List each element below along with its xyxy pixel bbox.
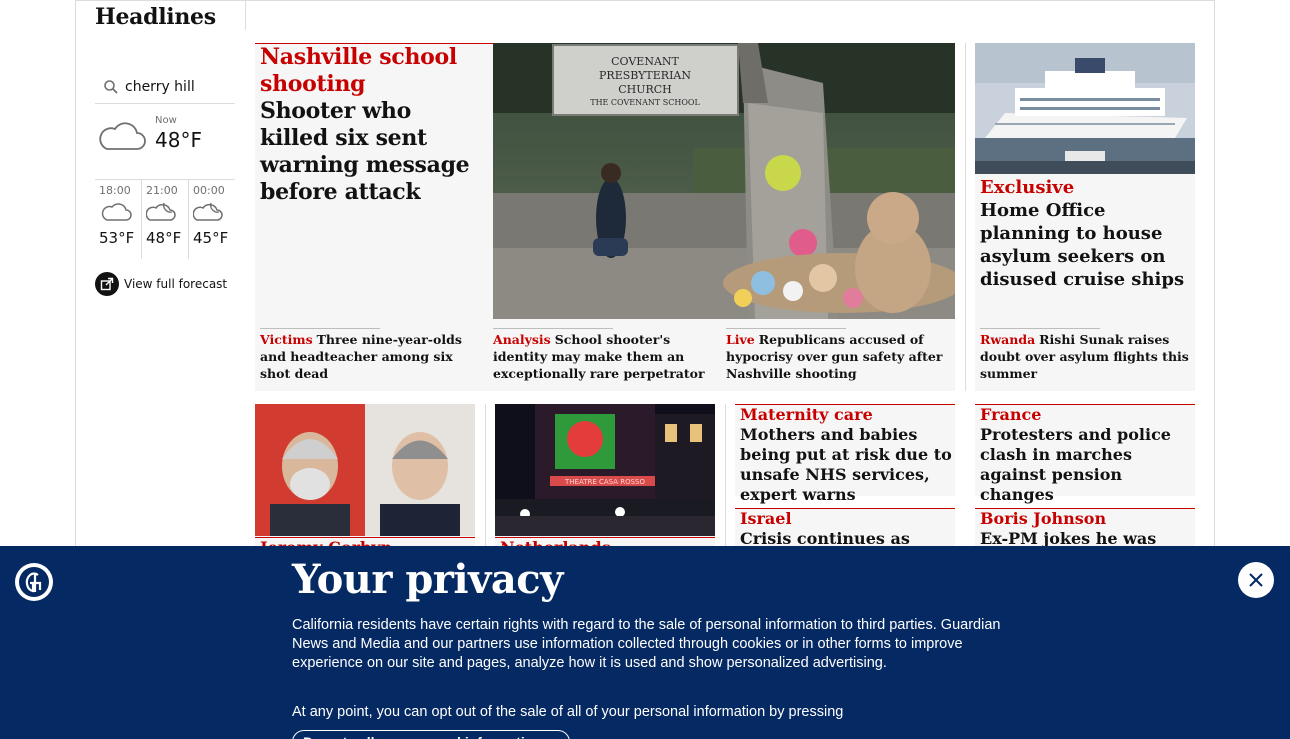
israel-kicker: Israel [740, 509, 792, 528]
now-label: Now [155, 115, 177, 126]
section-title: Headlines [95, 4, 216, 30]
sublink-kicker: Analysis [493, 332, 551, 347]
sign-line-1: COVENANT [611, 55, 679, 68]
column-divider [965, 43, 966, 391]
close-icon [1249, 573, 1263, 587]
sublink-kicker: Live [726, 332, 755, 347]
forecast-time: 18:00 [99, 184, 131, 197]
external-link-icon [95, 272, 119, 296]
netherlands-image[interactable]: THEATRE CASA ROSSO [495, 404, 715, 536]
corbyn-starmer-image[interactable] [255, 404, 475, 536]
sublink-kicker: Victims [260, 332, 313, 347]
sign-line-2: PRESBYTERIAN [599, 69, 691, 82]
forecast-slot: 00:00 45°F [188, 180, 235, 259]
boris-kicker: Boris Johnson [980, 509, 1107, 528]
forecast-temperature: 53°F [99, 229, 135, 247]
forecast-time: 00:00 [193, 184, 225, 197]
sublink-text: Republicans accused of hypocrisy over gu… [726, 332, 943, 381]
top-border [75, 0, 1215, 1]
privacy-body-optout: At any point, you can opt out of the sal… [292, 704, 844, 720]
lead-story-image[interactable]: COVENANT PRESBYTERIAN CHURCH THE COVENAN… [493, 43, 955, 319]
cruise-kicker: Exclusive [980, 177, 1075, 198]
forecast-time: 21:00 [146, 184, 178, 197]
sublink-rule [493, 328, 613, 329]
section-divider [245, 0, 246, 30]
guardian-logo-icon [15, 563, 53, 601]
night-cloud-icon [192, 202, 223, 221]
night-cloud-icon [145, 202, 176, 221]
weather-location: cherry hill [125, 78, 195, 95]
france-headline: Protesters and police clash in marches a… [980, 425, 1171, 504]
lead-kicker: Nashville school shooting [260, 44, 457, 97]
lead-story-text[interactable]: Nashville school shooting Shooter who ki… [260, 44, 480, 206]
sublink-rwanda[interactable]: Rwanda Rishi Sunak raises doubt over asy… [980, 328, 1190, 382]
france-kicker: France [980, 405, 1042, 424]
sublink-victims[interactable]: Victims Three nine-year-olds and headtea… [260, 328, 480, 382]
corbyn-starmer-photo [255, 404, 475, 536]
maternity-story-text[interactable]: Maternity care Mothers and babies being … [740, 405, 952, 505]
view-full-forecast-link[interactable]: View full forecast [95, 272, 227, 296]
forecast-temperature: 48°F [146, 229, 182, 247]
view-full-forecast-label: View full forecast [124, 277, 228, 291]
search-icon [104, 79, 118, 94]
club-sign-text: THEATRE CASA ROSSO [564, 478, 646, 486]
privacy-title: Your privacy [292, 556, 563, 603]
cruise-ship-photo [975, 43, 1195, 174]
sublink-kicker: Rwanda [980, 332, 1036, 347]
cloud-icon [101, 203, 132, 221]
sublink-rule [726, 328, 846, 329]
weather-forecast: 18:00 53°F 21:00 48°F 00:00 45°F [95, 179, 235, 259]
forecast-temperature: 45°F [193, 229, 229, 247]
maternity-headline: Mothers and babies being put at risk due… [740, 425, 952, 504]
memorial-photo: COVENANT PRESBYTERIAN CHURCH THE COVENAN… [493, 43, 955, 319]
france-story-text[interactable]: France Protesters and police clash in ma… [980, 405, 1192, 505]
now-temperature: 48°F [155, 128, 202, 152]
sublink-live[interactable]: Live Republicans accused of hypocrisy ov… [726, 328, 948, 382]
cloud-icon [99, 122, 146, 150]
weather-location-input[interactable]: cherry hill [95, 70, 235, 104]
forecast-slot: 21:00 48°F [141, 180, 188, 259]
privacy-body: California residents have certain rights… [292, 617, 1001, 672]
sublink-rule [980, 328, 1100, 329]
sublink-analysis[interactable]: Analysis School shooter's identity may m… [493, 328, 715, 382]
cruise-headline: Home Office planning to house asylum see… [980, 200, 1185, 290]
sign-line-3: CHURCH [618, 83, 672, 96]
column-divider [485, 404, 486, 554]
column-divider [725, 404, 726, 554]
cruise-story-image[interactable] [975, 43, 1195, 174]
forecast-slot: 18:00 53°F [95, 180, 141, 259]
maternity-kicker: Maternity care [740, 405, 873, 424]
sublink-rule [260, 328, 380, 329]
lead-headline: Shooter who killed six sent warning mess… [260, 98, 470, 205]
weather-now: Now 48°F [95, 113, 235, 173]
sign-line-4: THE COVENANT SCHOOL [590, 98, 700, 107]
close-privacy-button[interactable] [1238, 562, 1274, 598]
cruise-story-text[interactable]: Exclusive Home Office planning to house … [980, 177, 1190, 291]
do-not-sell-button[interactable]: Do not sell my personal information [292, 730, 570, 739]
privacy-banner: Your privacy California residents have c… [0, 546, 1290, 739]
amsterdam-night-photo: THEATRE CASA ROSSO [495, 404, 715, 536]
